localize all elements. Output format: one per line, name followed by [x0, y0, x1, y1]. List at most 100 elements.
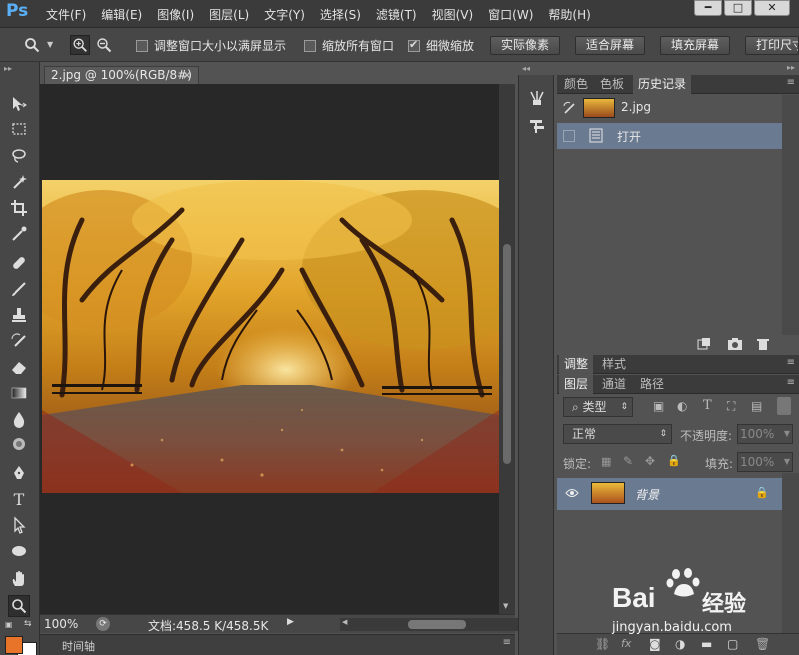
clone-stamp-tool-icon[interactable]	[8, 304, 30, 326]
tab-color[interactable]: 颜色	[559, 75, 593, 94]
close-button[interactable]: ✕	[754, 0, 790, 16]
scroll-left-arrow-icon[interactable]: ◀	[342, 618, 347, 626]
maximize-button[interactable]: □	[724, 0, 752, 16]
tab-styles[interactable]: 样式	[597, 355, 631, 374]
scroll-down-arrow-icon[interactable]: ▼	[503, 602, 508, 610]
blur-tool-icon[interactable]	[8, 408, 30, 430]
menu-file[interactable]: 文件(F)	[46, 6, 86, 23]
type-tool-icon[interactable]: T	[8, 488, 30, 510]
fit-screen-button[interactable]: 适合屏幕	[575, 36, 646, 55]
filter-shape-icon[interactable]: ⛶	[727, 399, 735, 414]
scrubby-zoom-option[interactable]: 细微缩放	[408, 37, 474, 54]
lock-position-icon[interactable]: ✥	[645, 454, 655, 468]
lock-all-icon[interactable]: 🔒	[667, 454, 681, 467]
marquee-tool-icon[interactable]	[8, 118, 30, 140]
tab-adjustments[interactable]: 调整	[559, 355, 594, 374]
link-layers-icon[interactable]: ⛓	[595, 637, 610, 651]
layer-filter-kind-select[interactable]: ⌕ 类型 ⇕	[563, 397, 633, 417]
menu-view[interactable]: 视图(V)	[432, 6, 474, 23]
zoom-out-icon[interactable]	[96, 37, 112, 53]
eyedropper-tool-icon[interactable]	[8, 223, 30, 245]
print-size-button[interactable]: 打印尺寸	[745, 36, 799, 55]
tab-layers[interactable]: 图层	[559, 375, 594, 394]
brush-presets-icon[interactable]	[528, 89, 546, 107]
snapshot-camera-icon[interactable]	[727, 337, 743, 351]
timeline-menu-icon[interactable]: ≡	[503, 637, 511, 648]
menu-layer[interactable]: 图层(L)	[209, 6, 249, 23]
tab-channels[interactable]: 通道	[597, 375, 631, 394]
blend-mode-select[interactable]: 正常 ⇕	[563, 424, 672, 444]
timeline-label[interactable]: 时间轴	[62, 638, 95, 654]
opacity-input[interactable]: 100% ▼	[737, 424, 793, 444]
history-snapshot-row[interactable]: 2.jpg	[557, 95, 782, 121]
history-scrollbar[interactable]	[782, 95, 799, 335]
tool-preset-arrow-icon[interactable]: ▼	[47, 40, 53, 49]
history-panel-menu-icon[interactable]: ≡	[787, 77, 795, 88]
scrubby-zoom-checkbox[interactable]	[408, 38, 420, 52]
collapse-left-arrows-icon[interactable]: ◂◂	[522, 64, 530, 73]
menu-type[interactable]: 文字(Y)	[264, 6, 305, 23]
vertical-scrollbar[interactable]: ▼	[499, 84, 515, 614]
layer-visibility-eye-icon[interactable]	[565, 488, 579, 498]
zoom-all-option[interactable]: 缩放所有窗口	[304, 37, 394, 54]
tab-swatches[interactable]: 色板	[595, 75, 629, 94]
fill-screen-button[interactable]: 填充屏幕	[660, 36, 731, 55]
zoom-all-checkbox[interactable]	[304, 39, 316, 52]
adjustments-panel-menu-icon[interactable]: ≡	[787, 357, 795, 368]
clone-source-icon[interactable]	[528, 117, 546, 135]
zoom-in-icon[interactable]	[70, 35, 90, 55]
vertical-scrollbar-thumb[interactable]	[503, 244, 511, 464]
horizontal-scrollbar[interactable]: ◀ ▶	[340, 618, 535, 631]
menu-select[interactable]: 选择(S)	[320, 6, 361, 23]
foreground-color-swatch[interactable]	[5, 636, 23, 654]
filter-pixel-icon[interactable]: ▣	[653, 399, 664, 413]
layer-row-background[interactable]: 背景 🔒	[557, 478, 782, 510]
zoom-tool-icon[interactable]	[24, 37, 40, 53]
menu-edit[interactable]: 编辑(E)	[101, 6, 142, 23]
zoom-level[interactable]: 100%	[44, 617, 78, 631]
new-document-from-state-icon[interactable]	[696, 337, 712, 351]
timeline-panel-bar[interactable]: 时间轴 ≡	[40, 634, 515, 655]
move-tool-icon[interactable]	[8, 93, 30, 115]
layers-scrollbar[interactable]	[782, 473, 799, 633]
menu-filter[interactable]: 滤镜(T)	[376, 6, 417, 23]
hand-tool-icon[interactable]	[8, 568, 30, 590]
zoom-tool-active-icon[interactable]	[8, 595, 30, 617]
opacity-dropdown-icon[interactable]: ▼	[784, 425, 790, 443]
close-tab-icon[interactable]: ×	[182, 67, 192, 84]
fill-input[interactable]: 100% ▼	[737, 452, 793, 472]
horizontal-scrollbar-thumb[interactable]	[408, 620, 466, 629]
history-step-checkbox[interactable]	[563, 130, 575, 142]
minimize-button[interactable]: ━	[694, 0, 722, 16]
delete-state-icon[interactable]	[756, 337, 770, 351]
collapse-arrows-icon[interactable]: ▸▸	[4, 64, 12, 73]
menu-help[interactable]: 帮助(H)	[548, 6, 590, 23]
dodge-tool-icon[interactable]	[8, 434, 30, 456]
layers-panel-menu-icon[interactable]: ≡	[787, 377, 795, 388]
resize-windows-option[interactable]: 调整窗口大小以满屏显示	[136, 37, 286, 54]
layer-name[interactable]: 背景	[635, 486, 659, 503]
resize-windows-checkbox[interactable]	[136, 39, 148, 52]
path-selection-tool-icon[interactable]	[8, 514, 30, 536]
fill-dropdown-icon[interactable]: ▼	[784, 453, 790, 471]
swap-colors-icon[interactable]: ⇆	[24, 619, 32, 629]
document-tab[interactable]: 2.jpg @ 100%(RGB/8#) ×	[44, 66, 199, 84]
filter-toggle-switch[interactable]	[777, 397, 791, 415]
magic-wand-tool-icon[interactable]	[8, 171, 30, 193]
history-brush-source-icon[interactable]	[563, 101, 577, 115]
tab-paths[interactable]: 路径	[635, 375, 669, 394]
crop-tool-icon[interactable]	[8, 197, 30, 219]
filter-type-icon[interactable]: T	[703, 398, 712, 413]
collapse-right-arrows-icon[interactable]: ▸▸	[787, 63, 795, 72]
menu-window[interactable]: 窗口(W)	[488, 6, 533, 23]
brush-tool-icon[interactable]	[8, 278, 30, 300]
pen-tool-icon[interactable]	[8, 462, 30, 484]
status-expand-arrow-icon[interactable]: ▶	[287, 617, 294, 627]
history-step-row[interactable]: 打开	[557, 123, 782, 149]
shape-tool-icon[interactable]	[8, 540, 30, 562]
history-brush-tool-icon[interactable]	[8, 330, 30, 352]
default-colors-icon[interactable]: ▣	[5, 620, 13, 629]
gradient-tool-icon[interactable]	[8, 382, 30, 404]
healing-brush-tool-icon[interactable]	[8, 252, 30, 274]
eraser-tool-icon[interactable]	[8, 356, 30, 378]
